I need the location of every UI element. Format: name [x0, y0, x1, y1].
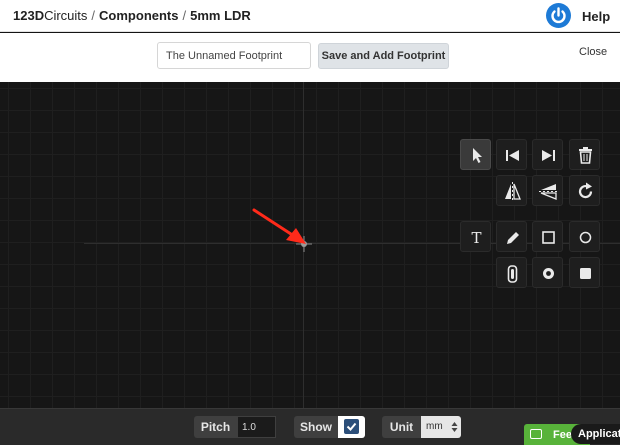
- select-arrows-icon: [451, 422, 458, 432]
- rectangle-tool[interactable]: [532, 221, 563, 252]
- svg-text:T: T: [471, 229, 481, 247]
- pad-oblong-tool[interactable]: [496, 257, 527, 288]
- close-button[interactable]: Close: [579, 46, 607, 58]
- flip-horizontal-icon: [505, 182, 521, 201]
- feedback-icon: [530, 429, 542, 439]
- skip-end-icon: [542, 150, 555, 161]
- first-tool[interactable]: [496, 139, 527, 170]
- save-and-add-footprint-button[interactable]: Save and Add Footprint: [318, 43, 449, 69]
- breadcrumb: 123DCircuits / Components/5mm LDR: [13, 8, 251, 23]
- cursor-arrow-icon: [473, 148, 482, 163]
- pitch-label: Pitch: [194, 416, 237, 438]
- rotate-icon: [578, 182, 593, 199]
- pencil-icon: [507, 232, 519, 244]
- flip-vertical-icon: [539, 184, 558, 200]
- rectangle-icon: [542, 231, 555, 244]
- select-tool[interactable]: [460, 139, 491, 170]
- pitch-input[interactable]: [237, 416, 276, 438]
- last-tool[interactable]: [532, 139, 563, 170]
- unit-select-value: mm: [426, 421, 443, 432]
- red-arrow-annotation-icon: [252, 208, 306, 244]
- oblong-pad-icon: [507, 265, 518, 283]
- power-icon: [551, 7, 566, 24]
- skip-start-icon: [506, 150, 519, 161]
- show-grid-checkbox[interactable]: [338, 416, 365, 438]
- delete-tool[interactable]: [569, 139, 600, 170]
- text-icon: T: [471, 229, 481, 247]
- feedback-label: Fee: [553, 429, 572, 441]
- breadcrumb-home-link[interactable]: 123DCircuits: [13, 8, 87, 23]
- footprint-name-input[interactable]: [157, 42, 311, 69]
- circle-tool[interactable]: [569, 221, 600, 252]
- application-chip[interactable]: Applicat: [571, 424, 620, 444]
- pad-square-tool[interactable]: [569, 257, 600, 288]
- rotate-tool[interactable]: [569, 175, 600, 206]
- account-power-button[interactable]: [546, 3, 571, 28]
- round-pad-icon: [543, 268, 554, 279]
- footprint-name-bar: Save and Add Footprint Close: [0, 33, 620, 82]
- pencil-tool[interactable]: [496, 221, 527, 252]
- breadcrumb-components-link[interactable]: Components: [99, 8, 178, 23]
- breadcrumb-current: 5mm LDR: [190, 8, 251, 23]
- unit-label: Unit: [382, 416, 421, 438]
- top-bar: 123DCircuits / Components/5mm LDR Help: [0, 0, 620, 32]
- flip-vertical-tool[interactable]: [532, 175, 563, 206]
- circle-icon: [579, 231, 592, 244]
- breadcrumb-separator: /: [182, 8, 187, 23]
- square-pad-icon: [580, 268, 591, 279]
- breadcrumb-separator: /: [91, 8, 96, 23]
- bottom-settings-bar: Pitch Show Unit mm Fee Applicat: [0, 408, 620, 445]
- help-link[interactable]: Help: [582, 9, 610, 24]
- check-icon: [346, 422, 357, 431]
- unit-select[interactable]: mm: [421, 416, 461, 438]
- flip-horizontal-tool[interactable]: [496, 175, 527, 206]
- pad-round-tool[interactable]: [532, 257, 563, 288]
- footprint-canvas[interactable]: T: [0, 82, 620, 408]
- show-grid-label: Show: [294, 416, 338, 438]
- checkbox-box: [344, 419, 359, 434]
- trash-icon: [579, 147, 592, 164]
- text-tool[interactable]: T: [460, 221, 491, 252]
